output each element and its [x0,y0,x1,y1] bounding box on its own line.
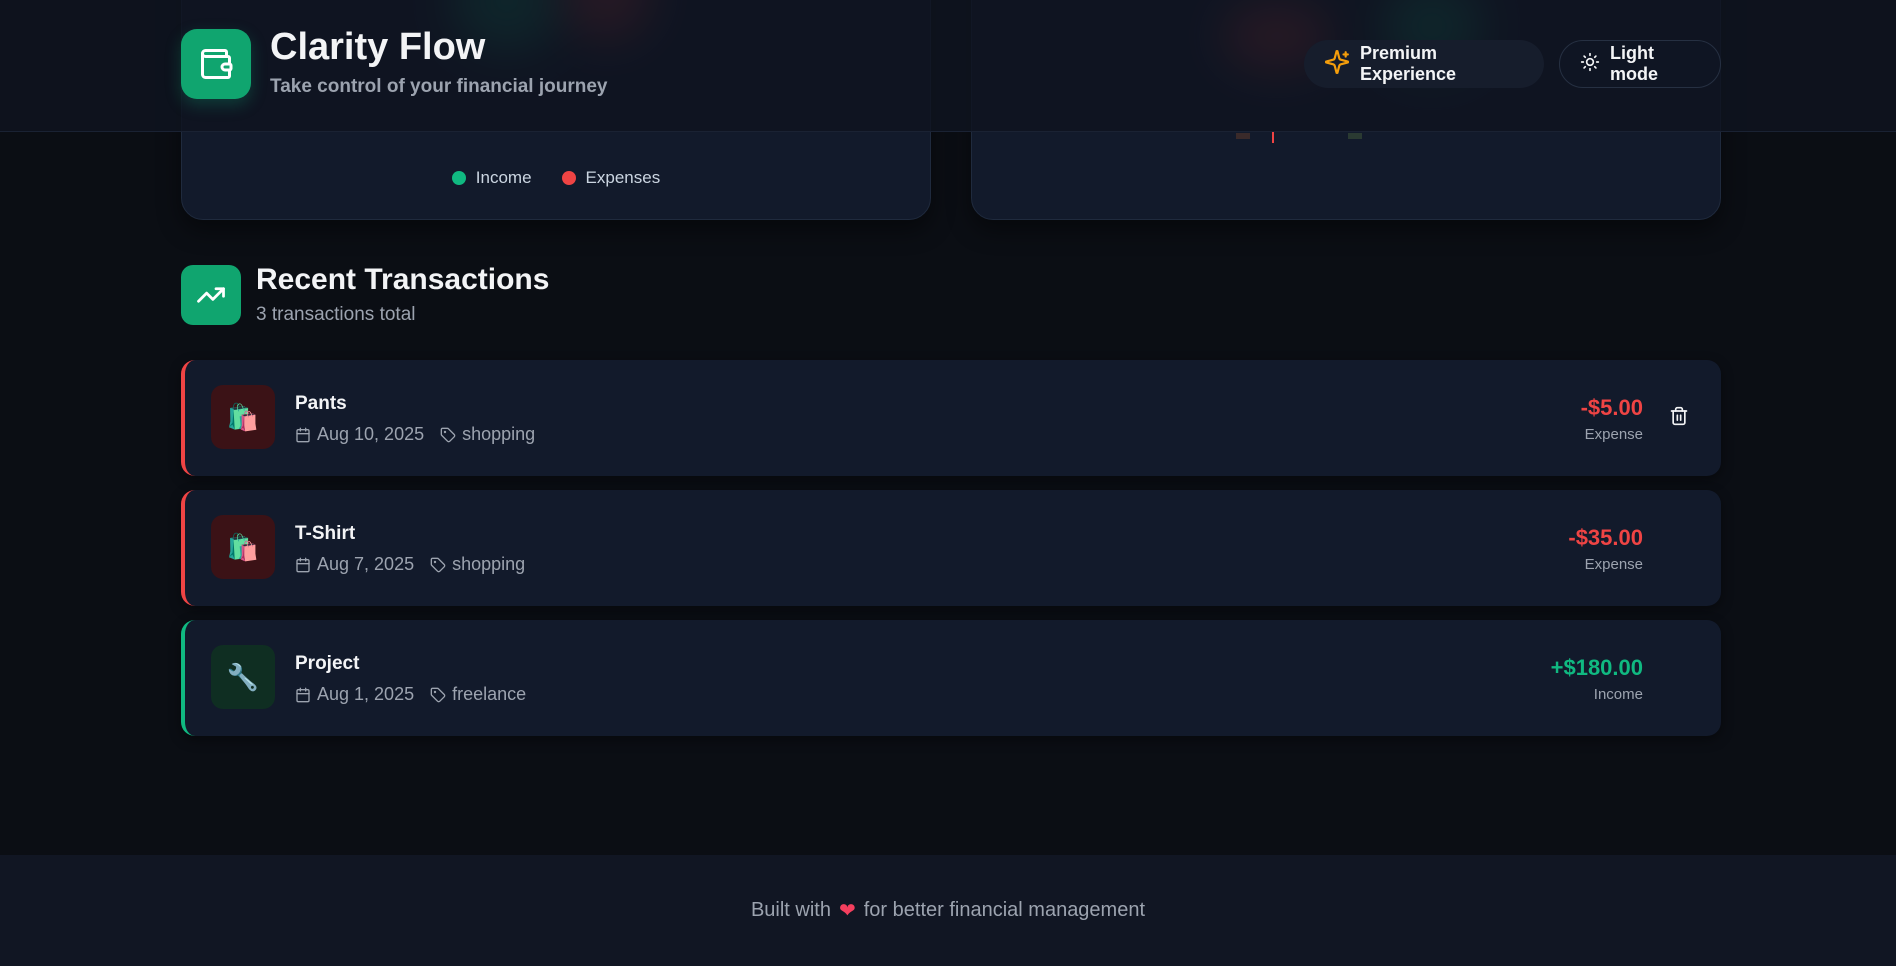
shopping-bags-icon: 🛍️ [211,385,275,449]
transaction-meta: Aug 10, 2025 shopping [295,424,535,445]
transaction-type: Income [1593,686,1643,703]
transaction-name: Pants [295,393,347,414]
tag-icon [440,427,456,442]
transaction-row[interactable]: 🛍️ Pants Aug 10, 2025 shopping -$5.00 Ex… [181,360,1721,476]
tag-icon [430,687,446,702]
light-mode-toggle[interactable]: Light mode [1559,40,1721,88]
tag-icon [430,557,446,572]
app-header: Clarity Flow Take control of your financ… [0,0,1896,132]
transaction-name: T-Shirt [295,523,356,544]
wrench-icon: 🔧 [211,645,275,709]
transaction-date-text: Aug 10, 2025 [317,424,425,444]
chart-bar-mark [1348,133,1362,139]
transaction-date-text: Aug 7, 2025 [317,554,415,574]
sun-icon [1580,52,1600,77]
transaction-type: Expense [1584,556,1643,573]
sparkles-icon [1324,49,1350,80]
legend-income-label: Income [475,168,532,187]
chart-legend: Income Expenses [182,168,930,188]
trending-up-icon [181,265,241,325]
transaction-count: 3 transactions total [256,304,416,325]
chart-bar-mark [1272,131,1274,143]
transaction-date: Aug 7, 2025 [295,554,414,575]
shopping-bags-icon: 🛍️ [211,515,275,579]
light-mode-label: Light mode [1610,43,1659,84]
transaction-meta: Aug 1, 2025 freelance [295,684,526,705]
transaction-amount: -$35.00 [1568,525,1643,550]
transaction-date-text: Aug 1, 2025 [317,684,415,704]
transaction-date: Aug 10, 2025 [295,424,424,445]
transaction-category-text: shopping [452,554,526,574]
transaction-name: Project [295,653,360,674]
page-footer: Built with ❤ for better financial manage… [0,855,1896,966]
delete-transaction-button[interactable] [1667,404,1691,428]
transaction-amount: +$180.00 [1550,655,1643,680]
transaction-row[interactable]: 🛍️ T-Shirt Aug 7, 2025 shopping -$35.00 … [181,490,1721,606]
calendar-icon [296,427,310,442]
app-title: Clarity Flow [270,26,486,68]
calendar-icon [296,557,310,572]
footer-suffix: for better financial management [863,899,1146,921]
transaction-category-text: freelance [452,684,527,704]
wallet-icon[interactable] [181,29,251,99]
legend-expenses-label: Expenses [585,168,661,187]
section-title: Recent Transactions [256,263,550,296]
transaction-category-text: shopping [462,424,536,444]
footer-prefix: Built with [750,899,831,921]
transaction-category: shopping [440,424,535,445]
heart-icon: ❤ [838,900,856,922]
legend-expenses-swatch [561,171,576,185]
legend-item-income[interactable]: Income [451,168,532,188]
app-subtitle: Take control of your financial journey [270,76,608,97]
transaction-category: shopping [430,554,525,575]
legend-item-expenses[interactable]: Expenses [561,168,661,188]
transaction-category: freelance [430,684,526,705]
calendar-icon [296,687,310,702]
transaction-row[interactable]: 🔧 Project Aug 1, 2025 freelance +$180.00… [181,620,1721,736]
transaction-date: Aug 1, 2025 [295,684,414,705]
trash-icon [1670,406,1688,426]
chart-bar-mark [1236,133,1250,139]
transaction-meta: Aug 7, 2025 shopping [295,554,525,575]
premium-experience-label: Premium Experience [1360,43,1457,84]
transaction-type: Expense [1584,426,1643,443]
legend-income-swatch [451,171,466,185]
transaction-amount: -$5.00 [1580,395,1643,420]
premium-experience-button[interactable]: Premium Experience [1304,40,1544,88]
